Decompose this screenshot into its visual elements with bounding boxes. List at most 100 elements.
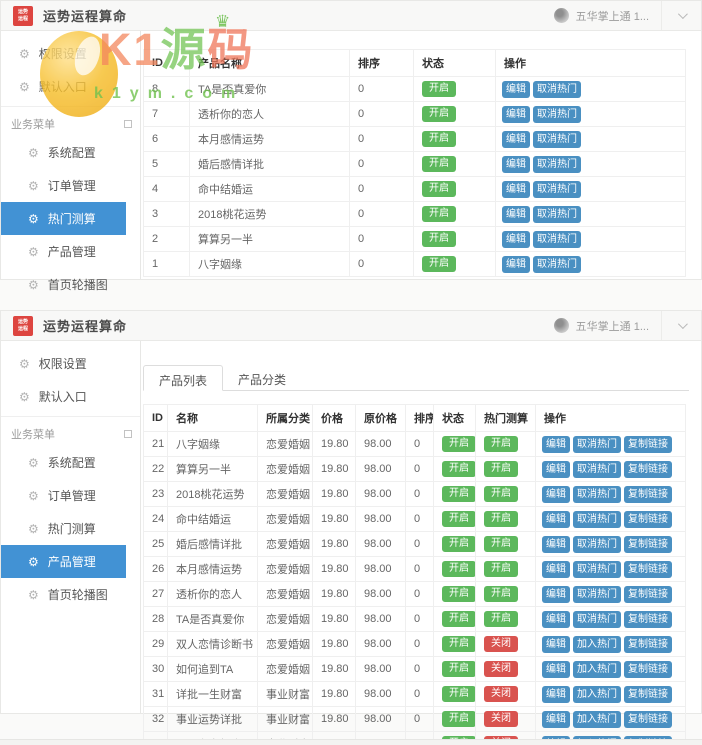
status-badge[interactable]: 开启: [484, 461, 518, 477]
action-button[interactable]: 取消热门: [533, 180, 581, 198]
status-badge[interactable]: 开启: [442, 611, 475, 627]
status-badge[interactable]: 开启: [422, 156, 456, 172]
action-button[interactable]: 复制链接: [624, 660, 672, 678]
action-button[interactable]: 复制链接: [624, 585, 672, 603]
sidebar-item[interactable]: ⚙︎ 系统配置: [1, 446, 126, 479]
action-button[interactable]: 复制链接: [624, 685, 672, 703]
status-badge[interactable]: 开启: [484, 436, 518, 452]
action-button[interactable]: 取消热门: [573, 610, 621, 628]
status-badge[interactable]: 开启: [484, 586, 518, 602]
action-button[interactable]: 编辑: [502, 130, 530, 148]
action-button[interactable]: 复制链接: [624, 435, 672, 453]
action-button[interactable]: 编辑: [502, 155, 530, 173]
status-badge[interactable]: 开启: [442, 436, 475, 452]
sidebar-item[interactable]: ⚙︎ 产品管理: [1, 235, 126, 268]
status-badge[interactable]: 开启: [422, 181, 456, 197]
action-button[interactable]: 编辑: [542, 710, 570, 728]
action-button[interactable]: 编辑: [542, 435, 570, 453]
status-badge[interactable]: 开启: [442, 711, 475, 727]
action-button[interactable]: 复制链接: [624, 610, 672, 628]
action-button[interactable]: 取消热门: [573, 485, 621, 503]
action-button[interactable]: 编辑: [502, 205, 530, 223]
action-button[interactable]: 编辑: [502, 255, 530, 273]
sidebar-item[interactable]: ⚙︎ 系统配置: [1, 136, 126, 169]
status-badge[interactable]: 开启: [422, 81, 456, 97]
status-badge[interactable]: 关闭: [484, 661, 518, 677]
avatar[interactable]: [553, 8, 569, 23]
action-button[interactable]: 取消热门: [533, 205, 581, 223]
action-button[interactable]: 编辑: [542, 660, 570, 678]
action-button[interactable]: 复制链接: [624, 710, 672, 728]
action-button[interactable]: 复制链接: [624, 485, 672, 503]
status-badge[interactable]: 关闭: [484, 686, 518, 702]
status-badge[interactable]: 开启: [442, 661, 475, 677]
action-button[interactable]: 取消热门: [533, 255, 581, 273]
status-badge[interactable]: 开启: [484, 536, 518, 552]
sidebar-item[interactable]: ⚙︎ 权限设置: [1, 347, 140, 380]
status-badge[interactable]: 关闭: [484, 711, 518, 727]
status-badge[interactable]: 开启: [442, 636, 475, 652]
action-button[interactable]: 加入热门: [573, 710, 621, 728]
action-button[interactable]: 取消热门: [533, 130, 581, 148]
status-badge[interactable]: 开启: [442, 536, 475, 552]
status-badge[interactable]: 开启: [422, 131, 456, 147]
action-button[interactable]: 编辑: [542, 560, 570, 578]
action-button[interactable]: 复制链接: [624, 460, 672, 478]
status-badge[interactable]: 开启: [484, 611, 518, 627]
avatar[interactable]: [553, 318, 569, 333]
sidebar-item[interactable]: ⚙︎ 首页轮播图: [1, 268, 126, 301]
action-button[interactable]: 编辑: [542, 585, 570, 603]
sidebar-item[interactable]: ⚙︎ 默认入口: [1, 380, 140, 413]
sidebar-item[interactable]: ⚙︎ 订单管理: [1, 479, 126, 512]
status-badge[interactable]: 开启: [442, 486, 475, 502]
action-button[interactable]: 取消热门: [573, 510, 621, 528]
collapse-icon[interactable]: [124, 430, 132, 438]
action-button[interactable]: 编辑: [502, 105, 530, 123]
action-button[interactable]: 加入热门: [573, 635, 621, 653]
action-button[interactable]: 编辑: [542, 610, 570, 628]
action-button[interactable]: 取消热门: [533, 80, 581, 98]
status-badge[interactable]: 开启: [422, 231, 456, 247]
action-button[interactable]: 编辑: [542, 485, 570, 503]
action-button[interactable]: 取消热门: [573, 460, 621, 478]
action-button[interactable]: 编辑: [542, 535, 570, 553]
status-badge[interactable]: 开启: [442, 686, 475, 702]
sidebar-item[interactable]: ⚙︎ 热门测算: [1, 202, 126, 235]
status-badge[interactable]: 开启: [484, 561, 518, 577]
action-button[interactable]: 编辑: [502, 80, 530, 98]
action-button[interactable]: 取消热门: [573, 435, 621, 453]
sidebar-item[interactable]: ⚙︎ 产品管理: [1, 545, 126, 578]
action-button[interactable]: 取消热门: [533, 230, 581, 248]
status-badge[interactable]: 开启: [442, 561, 475, 577]
sidebar-item[interactable]: ⚙︎ 默认入口: [1, 70, 140, 103]
status-badge[interactable]: 开启: [484, 511, 518, 527]
action-button[interactable]: 取消热门: [533, 155, 581, 173]
status-badge[interactable]: 开启: [442, 586, 475, 602]
status-badge[interactable]: 关闭: [484, 636, 518, 652]
action-button[interactable]: 取消热门: [573, 560, 621, 578]
action-button[interactable]: 复制链接: [624, 635, 672, 653]
collapse-icon[interactable]: [124, 120, 132, 128]
username[interactable]: 五华掌上通 1...: [576, 318, 649, 334]
action-button[interactable]: 编辑: [542, 460, 570, 478]
action-button[interactable]: 加入热门: [573, 685, 621, 703]
action-button[interactable]: 复制链接: [624, 510, 672, 528]
action-button[interactable]: 取消热门: [573, 535, 621, 553]
action-button[interactable]: 编辑: [542, 510, 570, 528]
action-button[interactable]: 编辑: [542, 685, 570, 703]
username[interactable]: 五华掌上通 1...: [576, 8, 649, 24]
action-button[interactable]: 复制链接: [624, 560, 672, 578]
user-menu-toggle[interactable]: [661, 1, 691, 30]
user-menu-toggle[interactable]: [661, 311, 691, 340]
action-button[interactable]: 加入热门: [573, 660, 621, 678]
tab-product-categories[interactable]: 产品分类: [223, 365, 301, 391]
status-badge[interactable]: 开启: [442, 461, 475, 477]
sidebar-item[interactable]: ⚙︎ 首页轮播图: [1, 578, 126, 611]
action-button[interactable]: 复制链接: [624, 535, 672, 553]
status-badge[interactable]: 开启: [422, 106, 456, 122]
action-button[interactable]: 取消热门: [573, 585, 621, 603]
action-button[interactable]: 编辑: [502, 180, 530, 198]
action-button[interactable]: 编辑: [542, 635, 570, 653]
status-badge[interactable]: 开启: [442, 511, 475, 527]
sidebar-item[interactable]: ⚙︎ 订单管理: [1, 169, 126, 202]
